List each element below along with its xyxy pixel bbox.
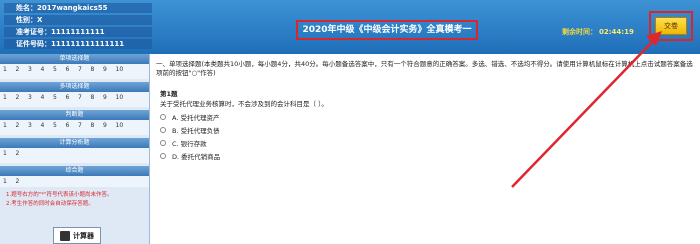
question-link[interactable]: 7 [78,66,91,73]
option-d[interactable]: D. 委托代销商品 [160,149,220,162]
question-row [0,103,149,107]
option-label: C. 银行存款 [172,139,207,148]
question-link[interactable]: 4 [41,122,54,129]
header-bar: 姓名：2017wangkaics55 性别：X 准考证号：11111111111… [0,0,700,54]
question-number: 第1题 [160,90,178,98]
question-row: 1 2 3 4 5 6 7 8 9 10 [0,120,149,131]
option-a[interactable]: A. 受托代理资产 [160,110,220,123]
question-link[interactable]: 4 [41,94,54,101]
exam-title: 2020年中级《中级会计实务》全真模考一 [296,20,478,40]
note-autosave: 2.考生作答的同时会自动保存答题。 [6,201,94,207]
section-title[interactable]: 单项选择题 [0,54,149,64]
section-title[interactable]: 计算分析题 [0,138,149,148]
candidate-info: 姓名：2017wangkaics55 性别：X 准考证号：11111111111… [4,3,152,53]
question-link[interactable]: 8 [91,94,104,101]
question-link[interactable]: 9 [103,94,116,101]
radio-button[interactable] [160,139,166,146]
question-row: 1 2 3 4 5 6 7 8 9 10 [0,92,149,103]
id-number: 证件号码：111111111111111 [4,39,152,49]
question-row [0,131,149,135]
section-title[interactable]: 多项选择题 [0,82,149,92]
answer-options: A. 受托代理资产 B. 受托代理负债 C. 银行存款 D. 委托代销商品 [160,110,220,162]
question-link[interactable]: 2 [16,150,29,157]
question-link[interactable]: 9 [103,66,116,73]
calculator-label: 计算器 [73,231,94,240]
radio-button[interactable] [160,113,166,120]
calculator-icon [60,230,70,241]
question-link[interactable]: 2 [16,178,29,185]
question-row [0,75,149,79]
question-link[interactable]: 1 [3,66,16,73]
question-row: 1 2 3 4 5 6 7 8 9 10 [0,64,149,75]
question-link[interactable]: 1 [3,122,16,129]
question-link[interactable]: 2 [16,66,29,73]
question-link[interactable]: 2 [16,122,29,129]
question-text: 关于受托代理业务核算时，不会涉及到的会计科目是（ ）。 [160,100,328,108]
question-link[interactable]: 3 [28,122,41,129]
section-title[interactable]: 判断题 [0,110,149,120]
question-row: 1 2 [0,176,149,187]
option-b[interactable]: B. 受托代理负债 [160,123,220,136]
question-link[interactable]: 10 [116,66,129,73]
question-link[interactable]: 8 [91,122,104,129]
question-link[interactable]: 6 [66,94,79,101]
option-c[interactable]: C. 银行存款 [160,136,220,149]
question-link[interactable]: 1 [3,178,16,185]
calculator-button[interactable]: 计算器 [53,227,101,244]
note-unanswered: 1.题号右方的"*"符号代表该小题尚未作答。 [6,192,113,198]
question-link[interactable]: 9 [103,122,116,129]
remaining-time: 剩余时间： 02:44:19 [562,27,634,37]
question-link[interactable]: 7 [78,94,91,101]
option-label: B. 受托代理负债 [172,126,220,135]
section-multi-choice: 多项选择题 1 2 3 4 5 6 7 8 9 10 [0,82,149,107]
option-label: D. 委托代销商品 [172,152,221,161]
question-link[interactable]: 3 [28,66,41,73]
option-label: A. 受托代理资产 [172,113,220,122]
question-link[interactable]: 5 [53,66,66,73]
question-link[interactable]: 3 [28,94,41,101]
admission-number: 准考证号：11111111111 [4,27,152,37]
section-calc-analysis: 计算分析题 1 2 [0,138,149,163]
question-link[interactable]: 10 [116,94,129,101]
remaining-time-label: 剩余时间： [562,28,597,36]
question-link[interactable]: 1 [3,150,16,157]
question-link[interactable]: 7 [78,122,91,129]
question-nav-sidebar: 单项选择题 1 2 3 4 5 6 7 8 9 10 多项选择题 1 2 3 4… [0,54,150,244]
section-title[interactable]: 综合题 [0,166,149,176]
section-description: 一、单项选择题(本类题共10小题，每小题4分，共40分。每小题备选答案中，只有一… [156,60,693,77]
radio-button[interactable] [160,152,166,159]
section-true-false: 判断题 1 2 3 4 5 6 7 8 9 10 [0,110,149,135]
instructions: 1.题号右方的"*"符号代表该小题尚未作答。 2.考生作答的同时会自动保存答题。 [0,187,149,213]
question-link[interactable]: 8 [91,66,104,73]
question-link[interactable]: 5 [53,94,66,101]
question-link[interactable]: 10 [116,122,129,129]
section-single-choice: 单项选择题 1 2 3 4 5 6 7 8 9 10 [0,54,149,79]
question-row [0,159,149,163]
candidate-gender: 性别：X [4,15,152,25]
remaining-time-value: 02:44:19 [599,28,634,36]
question-link[interactable]: 2 [16,94,29,101]
question-link[interactable]: 6 [66,122,79,129]
submit-highlight: 交卷 [649,11,693,41]
question-link[interactable]: 1 [3,94,16,101]
question-link[interactable]: 4 [41,66,54,73]
question-link[interactable]: 6 [66,66,79,73]
section-comprehensive: 综合题 1 2 [0,166,149,187]
candidate-name: 姓名：2017wangkaics55 [4,3,152,13]
submit-button[interactable]: 交卷 [655,17,687,35]
question-link[interactable]: 5 [53,122,66,129]
question-row: 1 2 [0,148,149,159]
radio-button[interactable] [160,126,166,133]
question-panel: 一、单项选择题(本类题共10小题，每小题4分，共40分。每小题备选答案中，只有一… [152,54,700,244]
